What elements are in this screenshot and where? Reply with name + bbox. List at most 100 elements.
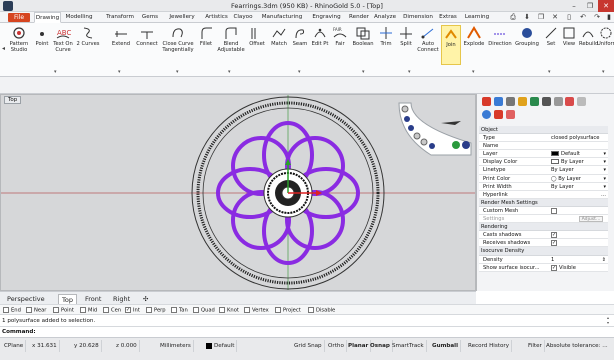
help-icon[interactable] [553, 97, 563, 106]
spinner-icon[interactable]: ⇕ [602, 256, 606, 264]
density-input[interactable]: 1 [551, 256, 554, 264]
prop-row-receives-shadows[interactable]: Receives shadows ✓ [479, 239, 608, 248]
tab-clayoo[interactable]: Clayoo [232, 12, 254, 23]
osnap-checkbox[interactable] [171, 307, 177, 313]
osnap-tan[interactable]: Tan [171, 307, 188, 314]
command-scrollbar[interactable]: ▴ ▾ [607, 315, 613, 338]
object-icon[interactable] [482, 110, 491, 119]
osnap-checkbox[interactable] [219, 307, 225, 313]
copy-icon[interactable]: ❐ [536, 13, 546, 22]
rebuild-button[interactable]: Rebuild [579, 25, 598, 65]
trim-button[interactable]: Trim [376, 25, 396, 65]
osnap-checkbox[interactable] [103, 307, 109, 313]
tab-manufacturing[interactable]: Manufacturing [258, 12, 306, 23]
cplane-label[interactable]: CPlane [2, 340, 27, 352]
palette-gem-icon[interactable] [401, 105, 409, 113]
prop-value[interactable]: By Layer [551, 158, 584, 166]
tab-jewellery[interactable]: Jewellery [166, 12, 198, 23]
prop-row-print-color[interactable]: Print Color ◯ By Layer ▾ [479, 174, 608, 183]
grid-snap-toggle[interactable]: Grid Snap [292, 340, 325, 352]
grouping-button[interactable]: Grouping [513, 25, 541, 65]
fillet-button[interactable]: Fillet [196, 25, 216, 65]
ortho-toggle[interactable]: Ortho [326, 340, 347, 352]
prop-row-show-isocurves[interactable]: Show surface isocur... ✓ Visible [479, 263, 608, 272]
close-button[interactable]: ✕ [598, 0, 614, 12]
offset-button[interactable]: Offset [246, 25, 268, 65]
osnap-checkbox[interactable] [146, 307, 152, 313]
tab-front[interactable]: Front [82, 294, 104, 304]
visible-checkbox[interactable]: ✓ [551, 264, 557, 271]
tab-transform[interactable]: Transform [104, 12, 136, 23]
prop-row-name[interactable]: Name [479, 142, 608, 151]
osnap-checkbox[interactable] [308, 307, 314, 313]
undo-icon[interactable]: ↶ [578, 13, 588, 22]
dropdown-arrow-icon[interactable]: ▾ [472, 69, 475, 75]
file-tab[interactable]: File [8, 13, 30, 22]
tab-extras[interactable]: Extras [438, 12, 458, 23]
tab-right[interactable]: Right [110, 294, 133, 304]
properties-icon[interactable] [482, 97, 491, 106]
osnap-vertex[interactable]: Vertex [244, 307, 269, 314]
osnap-int[interactable]: ✓ Int [125, 307, 140, 314]
two-curves-button[interactable]: 2 Curves [76, 25, 100, 65]
prop-row-linetype[interactable]: Linetype By Layer ▾ [479, 166, 608, 175]
osnap-cen[interactable]: Cen [103, 307, 121, 314]
prop-row-hyperlink[interactable]: Hyperlink… [479, 190, 608, 199]
osnap-point[interactable]: Point [53, 307, 74, 314]
ribbon-scroll-left-icon[interactable]: ◂ [2, 45, 5, 52]
palette-gem-icon[interactable] [452, 141, 460, 149]
restore-button[interactable]: ❐ [582, 0, 598, 12]
redo-icon[interactable]: ↷ [592, 13, 602, 22]
osnap-checkbox[interactable] [53, 307, 59, 313]
layers-icon[interactable] [493, 97, 503, 106]
prop-row-display-color[interactable]: Display Color By Layer ▾ [479, 158, 608, 167]
seam-button[interactable]: Seam [290, 25, 310, 65]
text-on-curve-button[interactable]: ABC Text On Curve [52, 25, 74, 65]
dropdown-arrow-icon[interactable]: ▾ [603, 158, 606, 166]
tab-drawing[interactable]: Drawing [34, 12, 61, 23]
osnap-checkbox[interactable]: ✓ [125, 307, 131, 313]
help-icon[interactable]: ▮ [604, 13, 614, 22]
document-icon[interactable]: ▯ [564, 13, 574, 22]
osnap-quad[interactable]: Quad [193, 307, 215, 314]
split-button[interactable]: Split [396, 25, 416, 65]
command-line[interactable]: Command: [0, 327, 614, 338]
osnap-checkbox[interactable] [26, 307, 32, 313]
osnap-checkbox[interactable] [80, 307, 86, 313]
prop-row-density[interactable]: Density 1 ⇕ [479, 255, 608, 264]
osnap-mid[interactable]: Mid [80, 307, 97, 314]
palette-gem-icon[interactable] [420, 138, 428, 146]
filter-toggle[interactable]: Filter [526, 340, 545, 352]
dropdown-arrow-icon[interactable]: ▾ [362, 69, 365, 75]
palette-gem-icon[interactable] [404, 116, 410, 122]
record-history-toggle[interactable]: Record History [466, 340, 513, 352]
gumball-toggle[interactable]: Gumball [430, 340, 462, 352]
dropdown-arrow-icon[interactable]: ▾ [548, 69, 551, 75]
point-button[interactable]: Point [32, 25, 52, 65]
add-viewport-icon[interactable]: ✣ [140, 294, 151, 304]
uniform-button[interactable]: Uniform [597, 25, 614, 65]
tab-perspective[interactable]: Perspective [4, 294, 48, 304]
prop-row-print-width[interactable]: Print Width By Layer ▾ [479, 182, 608, 191]
pattern-studio-button[interactable]: Pattern Studio [6, 25, 32, 65]
tab-render[interactable]: Render [348, 12, 370, 23]
edit-pt-button[interactable]: Edit Pt [310, 25, 330, 65]
tab-analyze[interactable]: Analyze [372, 12, 398, 23]
palette-gem-icon[interactable] [408, 125, 414, 131]
more-icon[interactable]: … [601, 191, 606, 199]
dropdown-arrow-icon[interactable]: ▾ [408, 69, 411, 75]
dropdown-arrow-icon[interactable]: ▾ [54, 69, 57, 75]
palette-gem-icon[interactable] [429, 143, 435, 149]
dropdown-arrow-icon[interactable]: ▾ [603, 175, 606, 183]
prop-value[interactable]: By Layer [551, 183, 574, 191]
auto-connect-button[interactable]: Auto Connect [416, 25, 440, 65]
osnap-end[interactable]: End [3, 307, 21, 314]
dropdown-arrow-icon[interactable]: ▾ [603, 183, 606, 191]
library-icon[interactable] [577, 97, 587, 106]
custom-mesh-checkbox[interactable] [551, 207, 557, 214]
current-layer[interactable]: Default [204, 340, 238, 352]
dropdown-arrow-icon[interactable]: ▾ [603, 166, 606, 174]
lights-icon[interactable] [517, 97, 527, 106]
tab-top[interactable]: Top [58, 294, 77, 304]
save-icon[interactable]: ⬇ [522, 13, 532, 22]
